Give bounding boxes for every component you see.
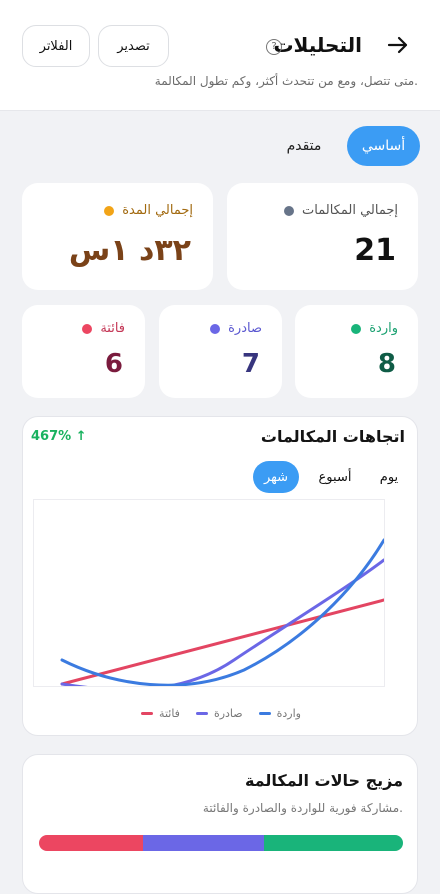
- analytics-screen: التحليلات ? متى تتصل، ومع من تتحدث أكثر،…: [0, 0, 440, 894]
- period-month[interactable]: شهر: [253, 461, 299, 493]
- header: التحليلات ? متى تتصل، ومع من تتحدث أكثر،…: [0, 0, 440, 111]
- back-button[interactable]: [380, 34, 416, 60]
- status-dot: [210, 323, 221, 334]
- call-trends-card: اتجاهات المكالمات 467% ↑ يوم أسبوع شهر ف…: [22, 416, 418, 736]
- period-day[interactable]: يوم: [369, 461, 409, 493]
- missed-card: فائتة 6: [22, 305, 145, 398]
- page-title: التحليلات: [273, 33, 362, 57]
- trend-change: 467% ↑: [31, 429, 87, 444]
- outgoing-series-line: [60, 558, 386, 692]
- view-tabs: أساسي متقدم: [268, 126, 420, 166]
- mix-subtitle: مشاركة فورية للواردة والصادرة والفائتة.: [202, 801, 403, 815]
- legend-incoming: واردة: [258, 707, 301, 720]
- total-calls-value: 21: [354, 233, 396, 268]
- chart-legend: فائتة صادرة واردة: [23, 707, 419, 720]
- export-button[interactable]: تصدير: [98, 25, 169, 67]
- missed-value: 6: [104, 349, 123, 379]
- trends-title: اتجاهات المكالمات: [260, 427, 405, 446]
- question-circle-icon[interactable]: ?: [266, 39, 282, 55]
- trend-plot: [33, 499, 386, 692]
- mix-segment-missed: [39, 835, 143, 851]
- status-dot: [351, 323, 362, 334]
- outgoing-card: صادرة 7: [159, 305, 282, 398]
- total-calls-card: إجمالي المكالمات 21: [227, 183, 418, 290]
- incoming-value: 8: [377, 349, 396, 379]
- page-subtitle: متى تتصل، ومع من تتحدث أكثر، وكم تطول ال…: [154, 74, 418, 88]
- tab-basic[interactable]: أساسي: [347, 126, 420, 166]
- missed-series-line: [60, 598, 386, 686]
- incoming-label: واردة: [369, 321, 398, 336]
- tab-advanced[interactable]: متقدم: [268, 126, 340, 166]
- status-dot: [284, 205, 295, 216]
- call-mix-card: مزيج حالات المكالمة مشاركة فورية للواردة…: [22, 754, 418, 894]
- outgoing-label: صادرة: [228, 321, 262, 336]
- arrow-right-icon: [387, 36, 409, 58]
- mix-bar: [39, 835, 403, 851]
- mix-title: مزيج حالات المكالمة: [244, 771, 403, 790]
- mix-segment-incoming: [264, 835, 403, 851]
- missed-label: فائتة: [100, 321, 125, 336]
- status-dot: [82, 323, 93, 334]
- outgoing-value: 7: [241, 349, 260, 379]
- filters-button[interactable]: الفلاتر: [22, 25, 90, 67]
- mix-segment-outgoing: [143, 835, 265, 851]
- legend-outgoing: صادرة: [195, 707, 243, 720]
- total-duration-label: إجمالي المدة: [122, 203, 193, 218]
- total-duration-card: إجمالي المدة ٣٢د ١س: [22, 183, 213, 290]
- status-dot: [104, 205, 115, 216]
- total-calls-label: إجمالي المكالمات: [302, 203, 398, 218]
- total-duration-value: ٣٢د ١س: [68, 233, 191, 268]
- legend-missed: فائتة: [141, 707, 180, 720]
- incoming-card: واردة 8: [295, 305, 418, 398]
- period-week[interactable]: أسبوع: [309, 461, 361, 493]
